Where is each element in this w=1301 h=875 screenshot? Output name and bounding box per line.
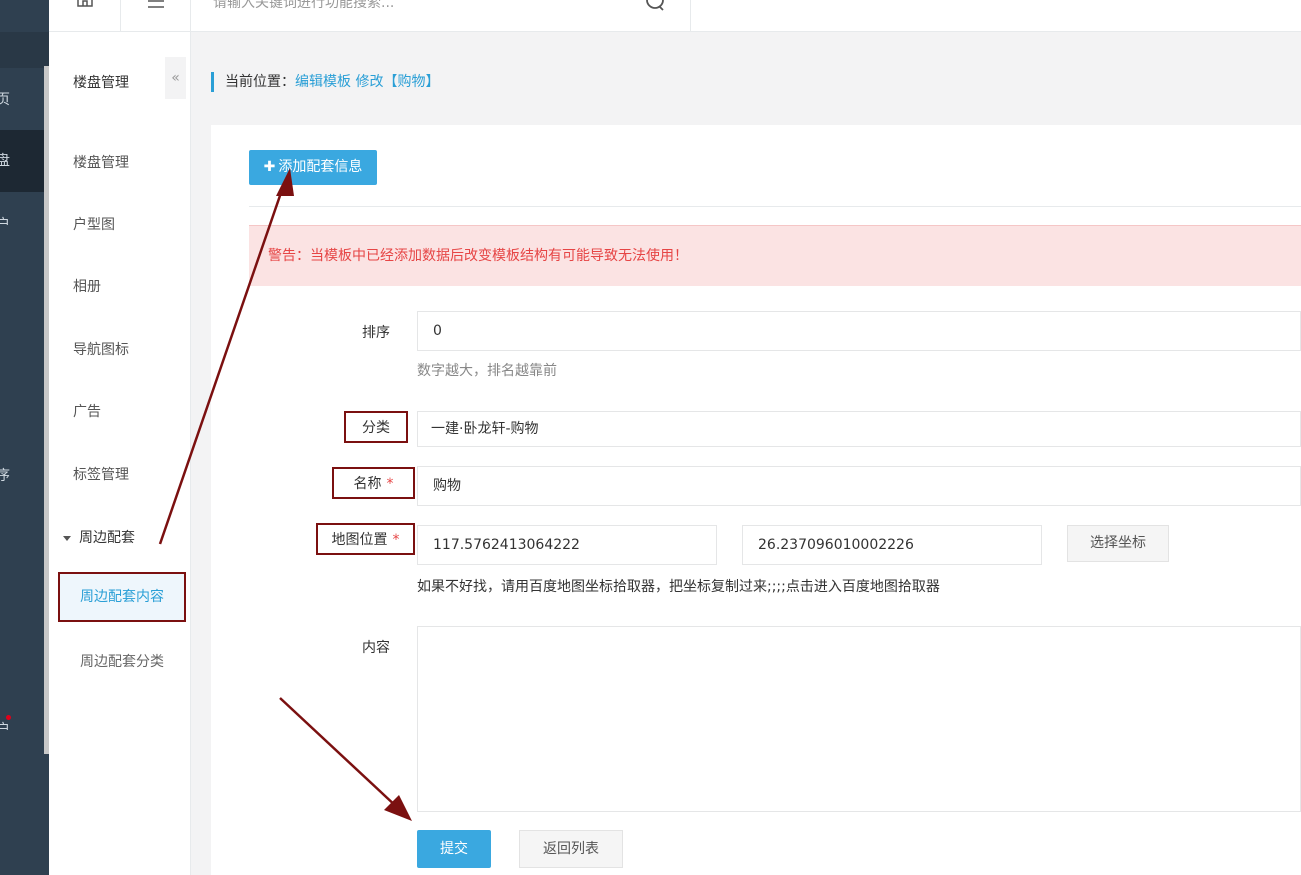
search-icon[interactable] xyxy=(644,0,666,12)
content-editor[interactable] xyxy=(417,626,1301,812)
caret-down-icon xyxy=(63,535,71,541)
sidebar-item-label[interactable]: 户 xyxy=(0,214,10,234)
name-input[interactable]: 购物 xyxy=(417,466,1301,506)
menu-toggle-button[interactable] xyxy=(121,0,191,32)
back-to-list-button[interactable]: 返回列表 xyxy=(519,830,623,868)
map-help[interactable]: 如果不好找，请用百度地图坐标拾取器，把坐标复制过来;;;;点击进入百度地图拾取器 xyxy=(417,576,940,596)
add-amenity-label: 添加配套信息 xyxy=(278,159,363,175)
breadcrumb-link-template[interactable]: 编辑模板 xyxy=(295,74,351,90)
main-sidebar: 页 盘 户 序 户 xyxy=(0,0,49,875)
secondary-nav: 楼盘管理 « 楼盘管理 户型图 相册 导航图标 广告 标签管理 周边配套 周边配… xyxy=(49,32,191,875)
form-panel: ✚ 添加配套信息 警告：当模板中已经添加数据后改变模板结构有可能导致无法使用！ 排… xyxy=(211,125,1301,875)
latitude-input[interactable]: 26.237096010002226 xyxy=(742,525,1042,565)
subnav-item-ads[interactable]: 广告 xyxy=(73,401,101,421)
longitude-input[interactable]: 117.5762413064222 xyxy=(417,525,717,565)
name-label: 名称 * xyxy=(332,467,415,499)
sort-input[interactable]: 0 xyxy=(417,311,1301,351)
sort-label: 排序 xyxy=(362,325,390,341)
breadcrumb-link-current[interactable]: 修改【购物】 xyxy=(355,74,439,90)
sidebar-item-label[interactable]: 户 xyxy=(0,719,10,739)
sort-help: 数字越大，排名越靠前 xyxy=(417,363,557,379)
sidebar-item-label[interactable]: 页 xyxy=(0,89,10,109)
subnav-item-floorplan[interactable]: 户型图 xyxy=(73,214,115,234)
subnav-group-label: 周边配套 xyxy=(79,530,135,546)
sidebar-item-label[interactable]: 序 xyxy=(0,465,10,485)
add-amenity-button[interactable]: ✚ 添加配套信息 xyxy=(249,150,377,185)
submit-button[interactable]: 提交 xyxy=(417,830,491,868)
content-label: 内容 xyxy=(362,640,390,656)
subnav-group-amenities[interactable]: 周边配套 xyxy=(63,527,135,547)
map-location-label: 地图位置 * xyxy=(316,523,415,555)
breadcrumb: 当前位置：编辑模板 修改【购物】 xyxy=(211,72,439,92)
map-location-label-text: 地图位置 xyxy=(331,532,388,548)
subnav-item-amenity-category[interactable]: 周边配套分类 xyxy=(80,651,164,671)
category-label: 分类 xyxy=(344,411,408,443)
sidebar-header-strip xyxy=(0,32,49,68)
double-chevron-left-icon: « xyxy=(171,70,180,86)
subnav-item-tags[interactable]: 标签管理 xyxy=(73,464,129,484)
plus-icon: ✚ xyxy=(263,159,276,175)
pick-coordinates-button[interactable]: 选择坐标 xyxy=(1067,525,1169,562)
warning-alert: 警告：当模板中已经添加数据后改变模板结构有可能导致无法使用！ xyxy=(249,225,1301,286)
top-bar: 请输入关键词进行功能搜索... xyxy=(49,0,1301,32)
subnav-item-album[interactable]: 相册 xyxy=(73,276,101,296)
required-mark: * xyxy=(386,476,394,492)
name-label-text: 名称 xyxy=(353,476,382,492)
hamburger-icon xyxy=(148,0,164,8)
breadcrumb-label: 当前位置： xyxy=(225,74,295,90)
subnav-item-building[interactable]: 楼盘管理 xyxy=(73,152,129,172)
secondary-nav-title: 楼盘管理 xyxy=(73,75,129,91)
required-mark: * xyxy=(392,532,400,548)
home-icon xyxy=(77,0,93,7)
home-button[interactable] xyxy=(49,0,121,32)
notification-dot xyxy=(6,715,11,720)
search-placeholder: 请输入关键词进行功能搜索... xyxy=(213,0,395,11)
subnav-item-nav-icons[interactable]: 导航图标 xyxy=(73,339,129,359)
category-select[interactable]: 一建·卧龙轩-购物 xyxy=(417,411,1301,447)
search-input[interactable]: 请输入关键词进行功能搜索... xyxy=(191,0,691,32)
subnav-item-amenity-content[interactable]: 周边配套内容 xyxy=(58,572,186,622)
divider xyxy=(249,206,1301,207)
sidebar-item-label[interactable]: 盘 xyxy=(0,150,10,170)
collapse-button[interactable]: « xyxy=(165,57,186,99)
main-content: 当前位置：编辑模板 修改【购物】 ✚ 添加配套信息 警告：当模板中已经添加数据后改… xyxy=(191,32,1301,875)
